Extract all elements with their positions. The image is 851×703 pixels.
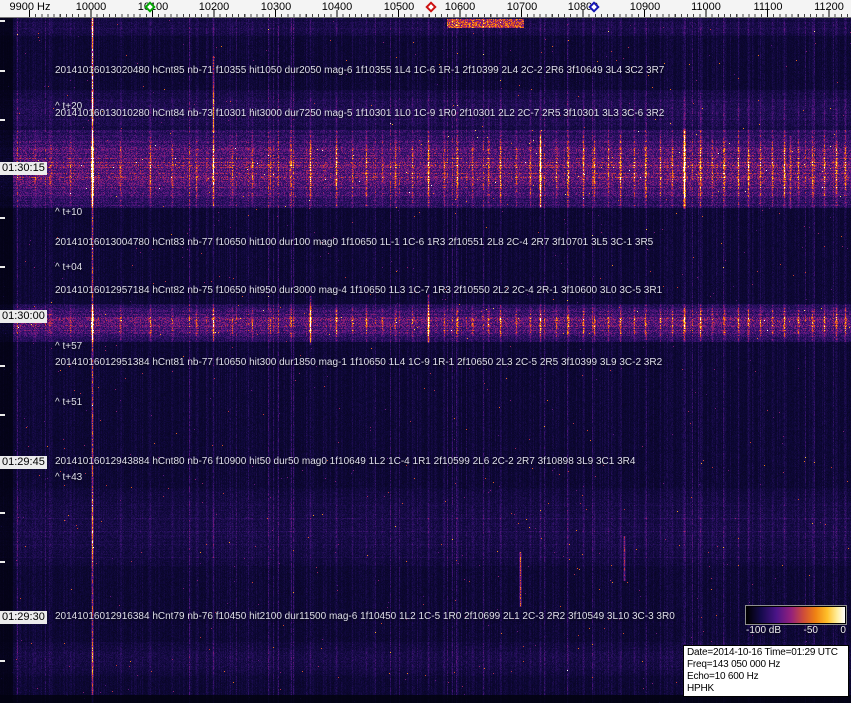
info-echo: Echo=10 600 Hz [687, 671, 759, 682]
time-label: 01:30:15 [0, 162, 47, 175]
time-tick [0, 512, 5, 514]
info-freq: Freq=143 050 000 Hz [687, 659, 781, 670]
db-label-min: -100 dB [746, 625, 782, 636]
db-label-mid: -50 [803, 625, 818, 636]
info-box: Date=2014-10-16 Time=01:29 UTC Freq=143 … [683, 645, 849, 697]
ruler-label-10300: 10300 [260, 1, 292, 13]
ruler-label-10500: 10500 [383, 1, 415, 13]
ruler-label-10200: 10200 [198, 1, 230, 13]
time-offset-marker: ^ t+04 [55, 262, 83, 273]
frequency-ruler[interactable]: 9900 Hz 10000 10100 10200 10300 10400 10… [0, 0, 851, 18]
ruler-label-10900: 10900 [629, 1, 661, 13]
time-label: 01:30:00 [0, 310, 47, 323]
ruler-label-10600: 10600 [444, 1, 476, 13]
time-tick [0, 20, 5, 22]
time-offset-marker: ^ t+43 [55, 472, 83, 483]
db-gradient [746, 606, 846, 624]
time-tick [0, 70, 5, 72]
echo-log-line: 20141016013004780 hCnt83 nb-77 f10650 hi… [55, 237, 654, 248]
ruler-label-9900: 9900 Hz [9, 1, 51, 13]
time-tick [0, 119, 5, 121]
time-tick [0, 217, 5, 219]
ruler-label-11200: 11200 [814, 1, 844, 13]
db-scale-labels: -100 dB -50 0 [746, 625, 846, 636]
echo-log-line: 20141016012957184 hCnt82 nb-75 f10650 hi… [55, 285, 663, 296]
time-tick [0, 266, 5, 268]
echo-log-line: 20141016012951384 hCnt81 nb-77 f10650 hi… [55, 357, 663, 368]
ruler-label-10400: 10400 [321, 1, 353, 13]
time-tick [0, 365, 5, 367]
meteor-echo-monitor: 9900 Hz 10000 10100 10200 10300 10400 10… [0, 0, 851, 703]
info-date: Date=2014-10-16 Time=01:29 UTC [687, 647, 838, 658]
spectrogram-area: 20141016013020480 hCnt85 nb-71 f10355 hi… [0, 18, 851, 703]
time-offset-marker: ^ t+51 [55, 397, 83, 408]
time-tick [0, 414, 5, 416]
time-label: 01:29:30 [0, 611, 47, 624]
time-offset-marker: ^ t+10 [55, 207, 83, 218]
time-offset-marker: ^ t+57 [55, 341, 83, 352]
echo-log-line: 20141016012943884 hCnt80 nb-76 f10900 hi… [55, 456, 636, 467]
echo-log-line: 20141016013020480 hCnt85 nb-71 f10355 hi… [55, 65, 665, 76]
info-station: HPHK [687, 683, 714, 694]
ruler-label-11100: 11100 [753, 1, 783, 13]
echo-log-line: 20141016013010280 hCnt84 nb-73 f10301 hi… [55, 108, 665, 119]
ruler-label-10700: 10700 [506, 1, 538, 13]
ruler-label-10000: 10000 [75, 1, 107, 13]
time-tick [0, 660, 5, 662]
db-label-max: 0 [840, 625, 846, 636]
db-scale: -100 dB -50 0 [746, 606, 846, 636]
time-tick [0, 561, 5, 563]
time-label: 01:29:45 [0, 456, 47, 469]
ruler-label-11000: 11000 [691, 1, 721, 13]
echo-log-line: 20141016012916384 hCnt79 nb-76 f10450 hi… [55, 611, 675, 622]
